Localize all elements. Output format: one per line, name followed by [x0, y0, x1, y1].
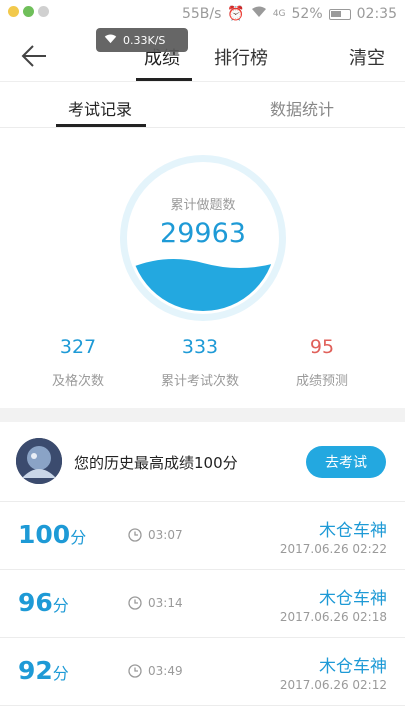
total-questions-value: 29963 [160, 218, 246, 249]
record-score: 100分 [18, 520, 86, 549]
best-score-text: 您的历史最高成绩100分 [74, 454, 238, 472]
record-row[interactable]: 92分 03:49 木仓车神 2017.06.26 02:12 [0, 638, 405, 706]
subtab-statistics[interactable]: 数据统计 [270, 96, 334, 120]
battery-percent: 52% [291, 6, 323, 22]
alarm-icon: ⏰ [227, 6, 245, 22]
app-header: 成绩 排行榜 清空 [0, 30, 405, 82]
clock-icon [128, 596, 142, 610]
record-duration: 03:07 [128, 528, 183, 542]
signal-icon: 4G [273, 9, 286, 19]
notification-icons [8, 6, 49, 17]
avatar [16, 438, 62, 484]
active-tab-indicator [136, 78, 192, 81]
subtab-exam-records[interactable]: 考试记录 [68, 96, 132, 120]
record-date: 2017.06.26 02:18 [279, 610, 387, 624]
best-score-row: 您的历史最高成绩100分 去考试 [0, 422, 405, 502]
notification-icon [8, 6, 19, 17]
network-speed-toast: 0.33K/S [96, 28, 188, 52]
wifi-icon [251, 6, 267, 22]
network-speed: 55B/s [181, 6, 222, 22]
duration-text: 03:49 [148, 664, 183, 678]
stat-label: 累计考试次数 [160, 374, 239, 389]
stat-pass-count: 327 及格次数 [28, 336, 128, 389]
network-type: 4G [272, 9, 286, 19]
record-score: 96分 [18, 588, 69, 617]
record-name: 木仓车神 [319, 521, 387, 541]
back-button[interactable] [20, 42, 50, 70]
clock: 02:35 [356, 6, 397, 22]
wifi-icon [104, 34, 117, 47]
duration-text: 03:07 [148, 528, 183, 542]
section-divider [0, 408, 405, 422]
record-date: 2017.06.26 02:22 [279, 542, 387, 556]
clear-button[interactable]: 清空 [349, 44, 385, 70]
stat-score-prediction: 95 成绩预测 [272, 336, 372, 389]
stat-exam-count: 333 累计考试次数 [150, 336, 250, 389]
back-arrow-icon [21, 45, 46, 67]
duration-text: 03:14 [148, 596, 183, 610]
total-questions-label: 累计做题数 [170, 198, 236, 213]
app-notification-icon [23, 6, 34, 17]
score-value: 92 [18, 656, 53, 685]
record-name: 木仓车神 [319, 589, 387, 609]
message-icon [38, 6, 49, 17]
tab-ranking[interactable]: 排行榜 [214, 44, 268, 70]
clock-icon [128, 664, 142, 678]
record-score: 92分 [18, 656, 69, 685]
stat-label: 及格次数 [51, 374, 104, 389]
subtab-indicator [56, 124, 146, 127]
sub-tabs: 考试记录 数据统计 [0, 82, 405, 128]
stat-value: 95 [309, 336, 335, 358]
record-date: 2017.06.26 02:12 [279, 678, 387, 692]
status-bar: 55B/s ⏰ 4G 52% 02:35 [0, 0, 405, 30]
record-row[interactable]: 100分 03:07 木仓车神 2017.06.26 02:22 [0, 502, 405, 570]
record-row[interactable]: 96分 03:14 木仓车神 2017.06.26 02:18 [0, 570, 405, 638]
score-value: 96 [18, 588, 53, 617]
score-value: 100 [18, 520, 71, 549]
stat-value: 333 [181, 336, 219, 358]
record-name: 木仓车神 [319, 657, 387, 677]
take-exam-button[interactable]: 去考试 [306, 446, 386, 478]
score-unit: 分 [70, 528, 87, 547]
battery-icon [328, 8, 351, 20]
score-unit: 分 [52, 664, 69, 683]
clock-icon [128, 528, 142, 542]
stat-value: 327 [59, 336, 97, 358]
record-duration: 03:49 [128, 664, 183, 678]
score-unit: 分 [52, 596, 69, 615]
stat-label: 成绩预测 [295, 374, 348, 389]
record-duration: 03:14 [128, 596, 183, 610]
status-right: 55B/s ⏰ 4G 52% 02:35 [182, 6, 397, 22]
toast-text: 0.33K/S [123, 33, 166, 47]
